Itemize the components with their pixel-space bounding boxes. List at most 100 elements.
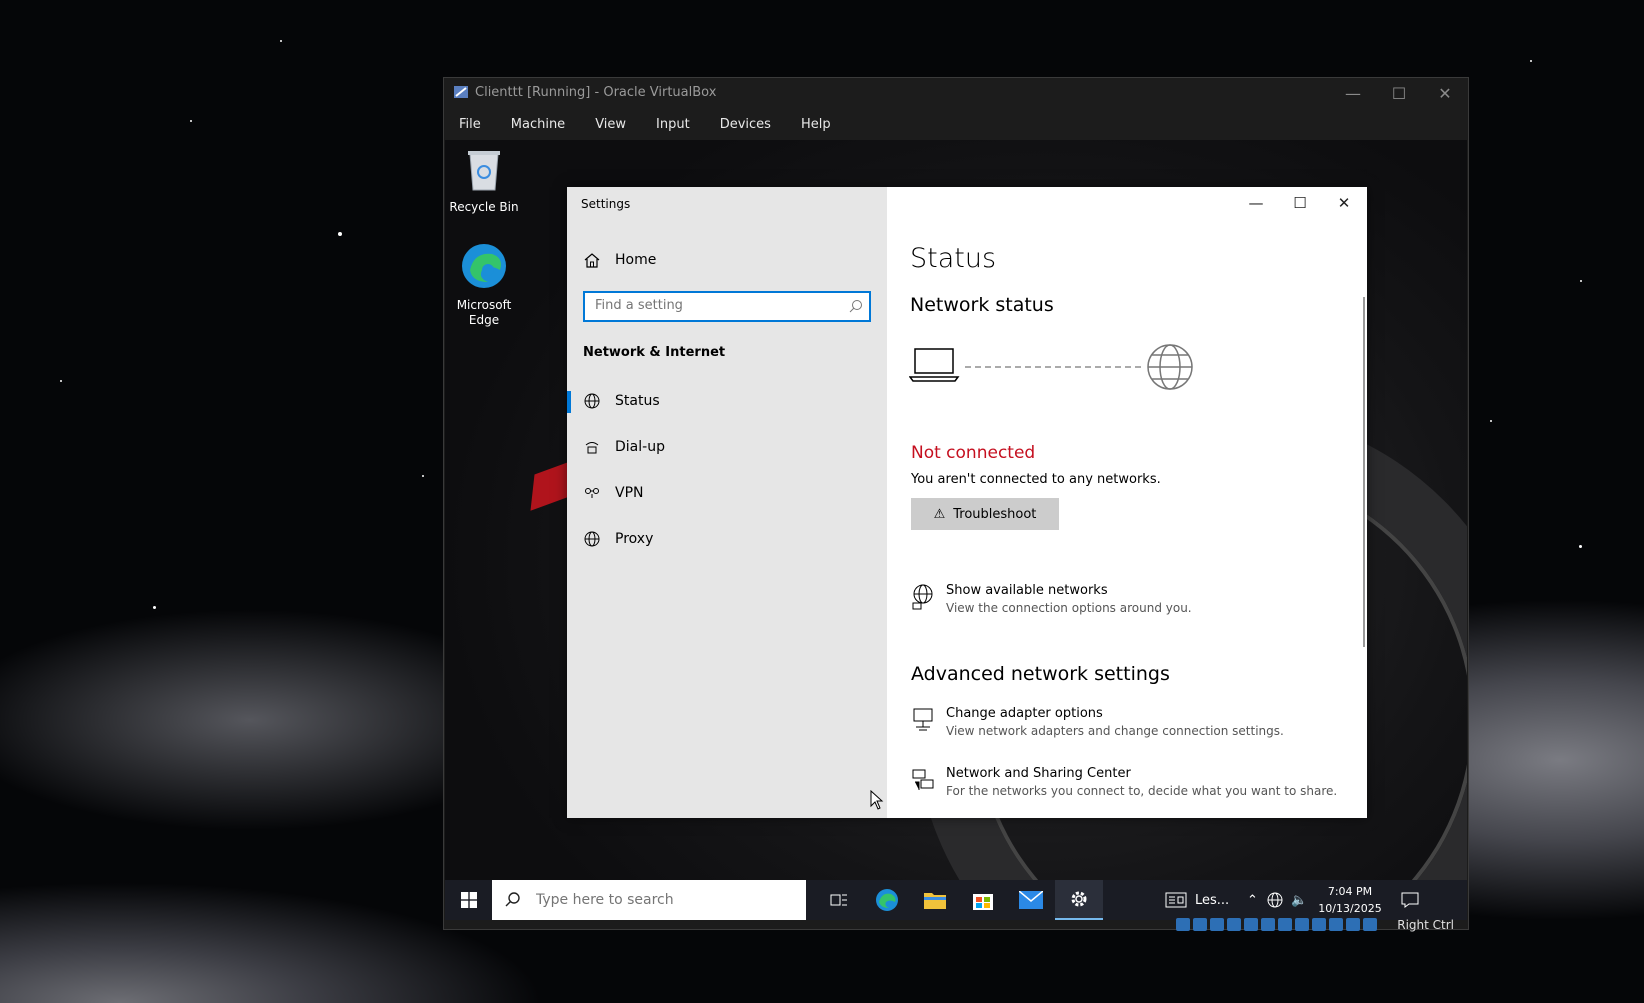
menu-devices[interactable]: Devices: [705, 117, 786, 132]
selected-indicator: [567, 391, 571, 413]
network-adapter-icon[interactable]: [1278, 918, 1292, 931]
laptop-icon: [909, 348, 960, 382]
troubleshoot-label: Troubleshoot: [953, 506, 1037, 522]
sidebar-item-proxy[interactable]: Proxy: [567, 518, 887, 560]
floppy-icon[interactable]: [1210, 918, 1224, 931]
network-tray[interactable]: [1267, 880, 1283, 920]
start-button[interactable]: [445, 880, 493, 920]
recycle-bin-label: Recycle Bin: [449, 200, 519, 214]
hard-disk-icon[interactable]: [1227, 918, 1241, 931]
usb-icon[interactable]: [1244, 918, 1258, 931]
change-adapter-options-link[interactable]: Change adapter options View network adap…: [911, 706, 1284, 738]
menu-input[interactable]: Input: [641, 117, 705, 132]
taskbar-file-explorer[interactable]: [911, 880, 959, 920]
search-icon: [505, 892, 520, 907]
search-input[interactable]: [593, 297, 837, 314]
adapter-title: Change adapter options: [946, 706, 1103, 721]
host-key-label: Right Ctrl: [1397, 918, 1454, 932]
guest-taskbar: Les... ⌃ 🔈 7:04 PM 10/13/2025: [445, 880, 1467, 920]
menu-help[interactable]: Help: [786, 117, 846, 132]
taskbar-mail[interactable]: [1007, 880, 1055, 920]
sidebar-home[interactable]: Home: [583, 251, 656, 269]
mail-icon: [1019, 891, 1043, 909]
sharing-center-icon: [912, 769, 934, 790]
edge-label: Microsoft Edge: [456, 298, 512, 327]
settings-title: Settings: [581, 197, 631, 211]
recording-icon[interactable]: [1312, 918, 1326, 931]
content-scrollbar[interactable]: [1363, 297, 1365, 647]
desktop-icon-edge[interactable]: Microsoft Edge: [446, 242, 522, 328]
vbox-status-icons: [1176, 918, 1377, 931]
speaker-icon: 🔈: [1291, 892, 1308, 908]
news-label: Les...: [1195, 892, 1230, 908]
notification-icon: [1401, 892, 1419, 908]
cpu-icon[interactable]: [1329, 918, 1343, 931]
page-title: Status: [910, 243, 997, 274]
menu-file[interactable]: File: [444, 117, 496, 132]
sidebar-item-label: Status: [615, 393, 660, 409]
settings-content: — ☐ ✕ Status Network status Not connecte…: [887, 187, 1367, 818]
vbox-close-button[interactable]: ✕: [1422, 78, 1468, 108]
windows-logo-icon: [461, 892, 477, 908]
edge-icon: [876, 889, 898, 911]
taskbar-store[interactable]: [959, 880, 1007, 920]
show-hidden-icons-button[interactable]: ⌃: [1247, 880, 1258, 920]
vbox-maximize-button[interactable]: ☐: [1376, 78, 1422, 108]
network-diagram: [909, 344, 1193, 390]
sidebar-item-vpn[interactable]: VPN: [567, 472, 887, 514]
proxy-globe-icon: [584, 531, 600, 547]
menu-view[interactable]: View: [580, 117, 641, 132]
mouse-cursor-icon: [870, 790, 884, 810]
optical-drive-icon[interactable]: [1193, 918, 1207, 931]
task-view-button[interactable]: [815, 880, 863, 920]
mouse-integration-icon[interactable]: [1346, 918, 1360, 931]
vbox-minimize-button[interactable]: —: [1330, 78, 1376, 108]
virtualbox-window: Clienttt [Running] - Oracle VirtualBox —…: [443, 77, 1469, 932]
section-heading: Network & Internet: [583, 345, 726, 360]
taskbar-settings[interactable]: [1055, 880, 1103, 920]
action-center-button[interactable]: [1401, 880, 1419, 920]
network-sharing-center-link[interactable]: Network and Sharing Center For the netwo…: [911, 766, 1337, 798]
warning-icon: ⚠: [933, 506, 946, 522]
clock-time: 7:04 PM: [1327, 885, 1373, 898]
not-connected-status: Not connected: [911, 443, 1036, 463]
taskbar-search[interactable]: [492, 880, 806, 920]
sidebar-item-status[interactable]: Status: [567, 380, 887, 422]
sidebar-item-dialup[interactable]: Dial-up: [567, 426, 887, 468]
keyboard-icon[interactable]: [1363, 918, 1377, 931]
settings-minimize-button[interactable]: —: [1233, 187, 1279, 218]
settings-window: Settings Home Network & Internet Status: [567, 187, 1367, 818]
taskbar-clock[interactable]: 7:04 PM 10/13/2025: [1315, 883, 1385, 917]
audio-status-icon[interactable]: [1176, 918, 1190, 931]
display-icon[interactable]: [1295, 918, 1309, 931]
advanced-network-heading: Advanced network settings: [911, 663, 1170, 685]
vpn-icon: [585, 488, 599, 498]
settings-maximize-button[interactable]: ☐: [1277, 187, 1323, 218]
not-connected-description: You aren't connected to any networks.: [911, 472, 1161, 487]
show-available-networks-link[interactable]: Show available networks View the connect…: [911, 583, 1192, 615]
settings-close-button[interactable]: ✕: [1321, 187, 1367, 218]
news-widget[interactable]: Les...: [1165, 880, 1229, 920]
recycle-bin-icon: [468, 151, 500, 191]
taskbar-search-input[interactable]: [534, 891, 788, 909]
home-icon: [584, 253, 600, 268]
vbox-menu-bar: File Machine View Input Devices Help: [444, 108, 1468, 140]
menu-machine[interactable]: Machine: [496, 117, 580, 132]
internet-globe-icon: [1147, 344, 1193, 390]
virtualbox-icon: [454, 86, 468, 98]
vbox-status-bar: Right Ctrl: [445, 918, 1467, 932]
adapter-sub: View network adapters and change connect…: [946, 724, 1284, 738]
vbox-title-bar[interactable]: Clienttt [Running] - Oracle VirtualBox —…: [444, 78, 1468, 108]
sidebar-item-label: VPN: [615, 485, 644, 501]
find-setting-search[interactable]: [583, 291, 871, 322]
volume-tray[interactable]: 🔈: [1291, 880, 1307, 920]
sidebar-item-label: Proxy: [615, 531, 654, 547]
taskbar-edge[interactable]: [863, 880, 911, 920]
globe-status-icon: [584, 393, 600, 409]
settings-sidebar: Settings Home Network & Internet Status: [567, 187, 887, 818]
desktop-icon-recycle-bin[interactable]: Recycle Bin: [446, 148, 522, 215]
network-globe-icon: [1267, 892, 1283, 908]
shared-folder-icon[interactable]: [1261, 918, 1275, 931]
show-networks-sub: View the connection options around you.: [946, 601, 1192, 615]
troubleshoot-button[interactable]: ⚠ Troubleshoot: [911, 498, 1059, 530]
